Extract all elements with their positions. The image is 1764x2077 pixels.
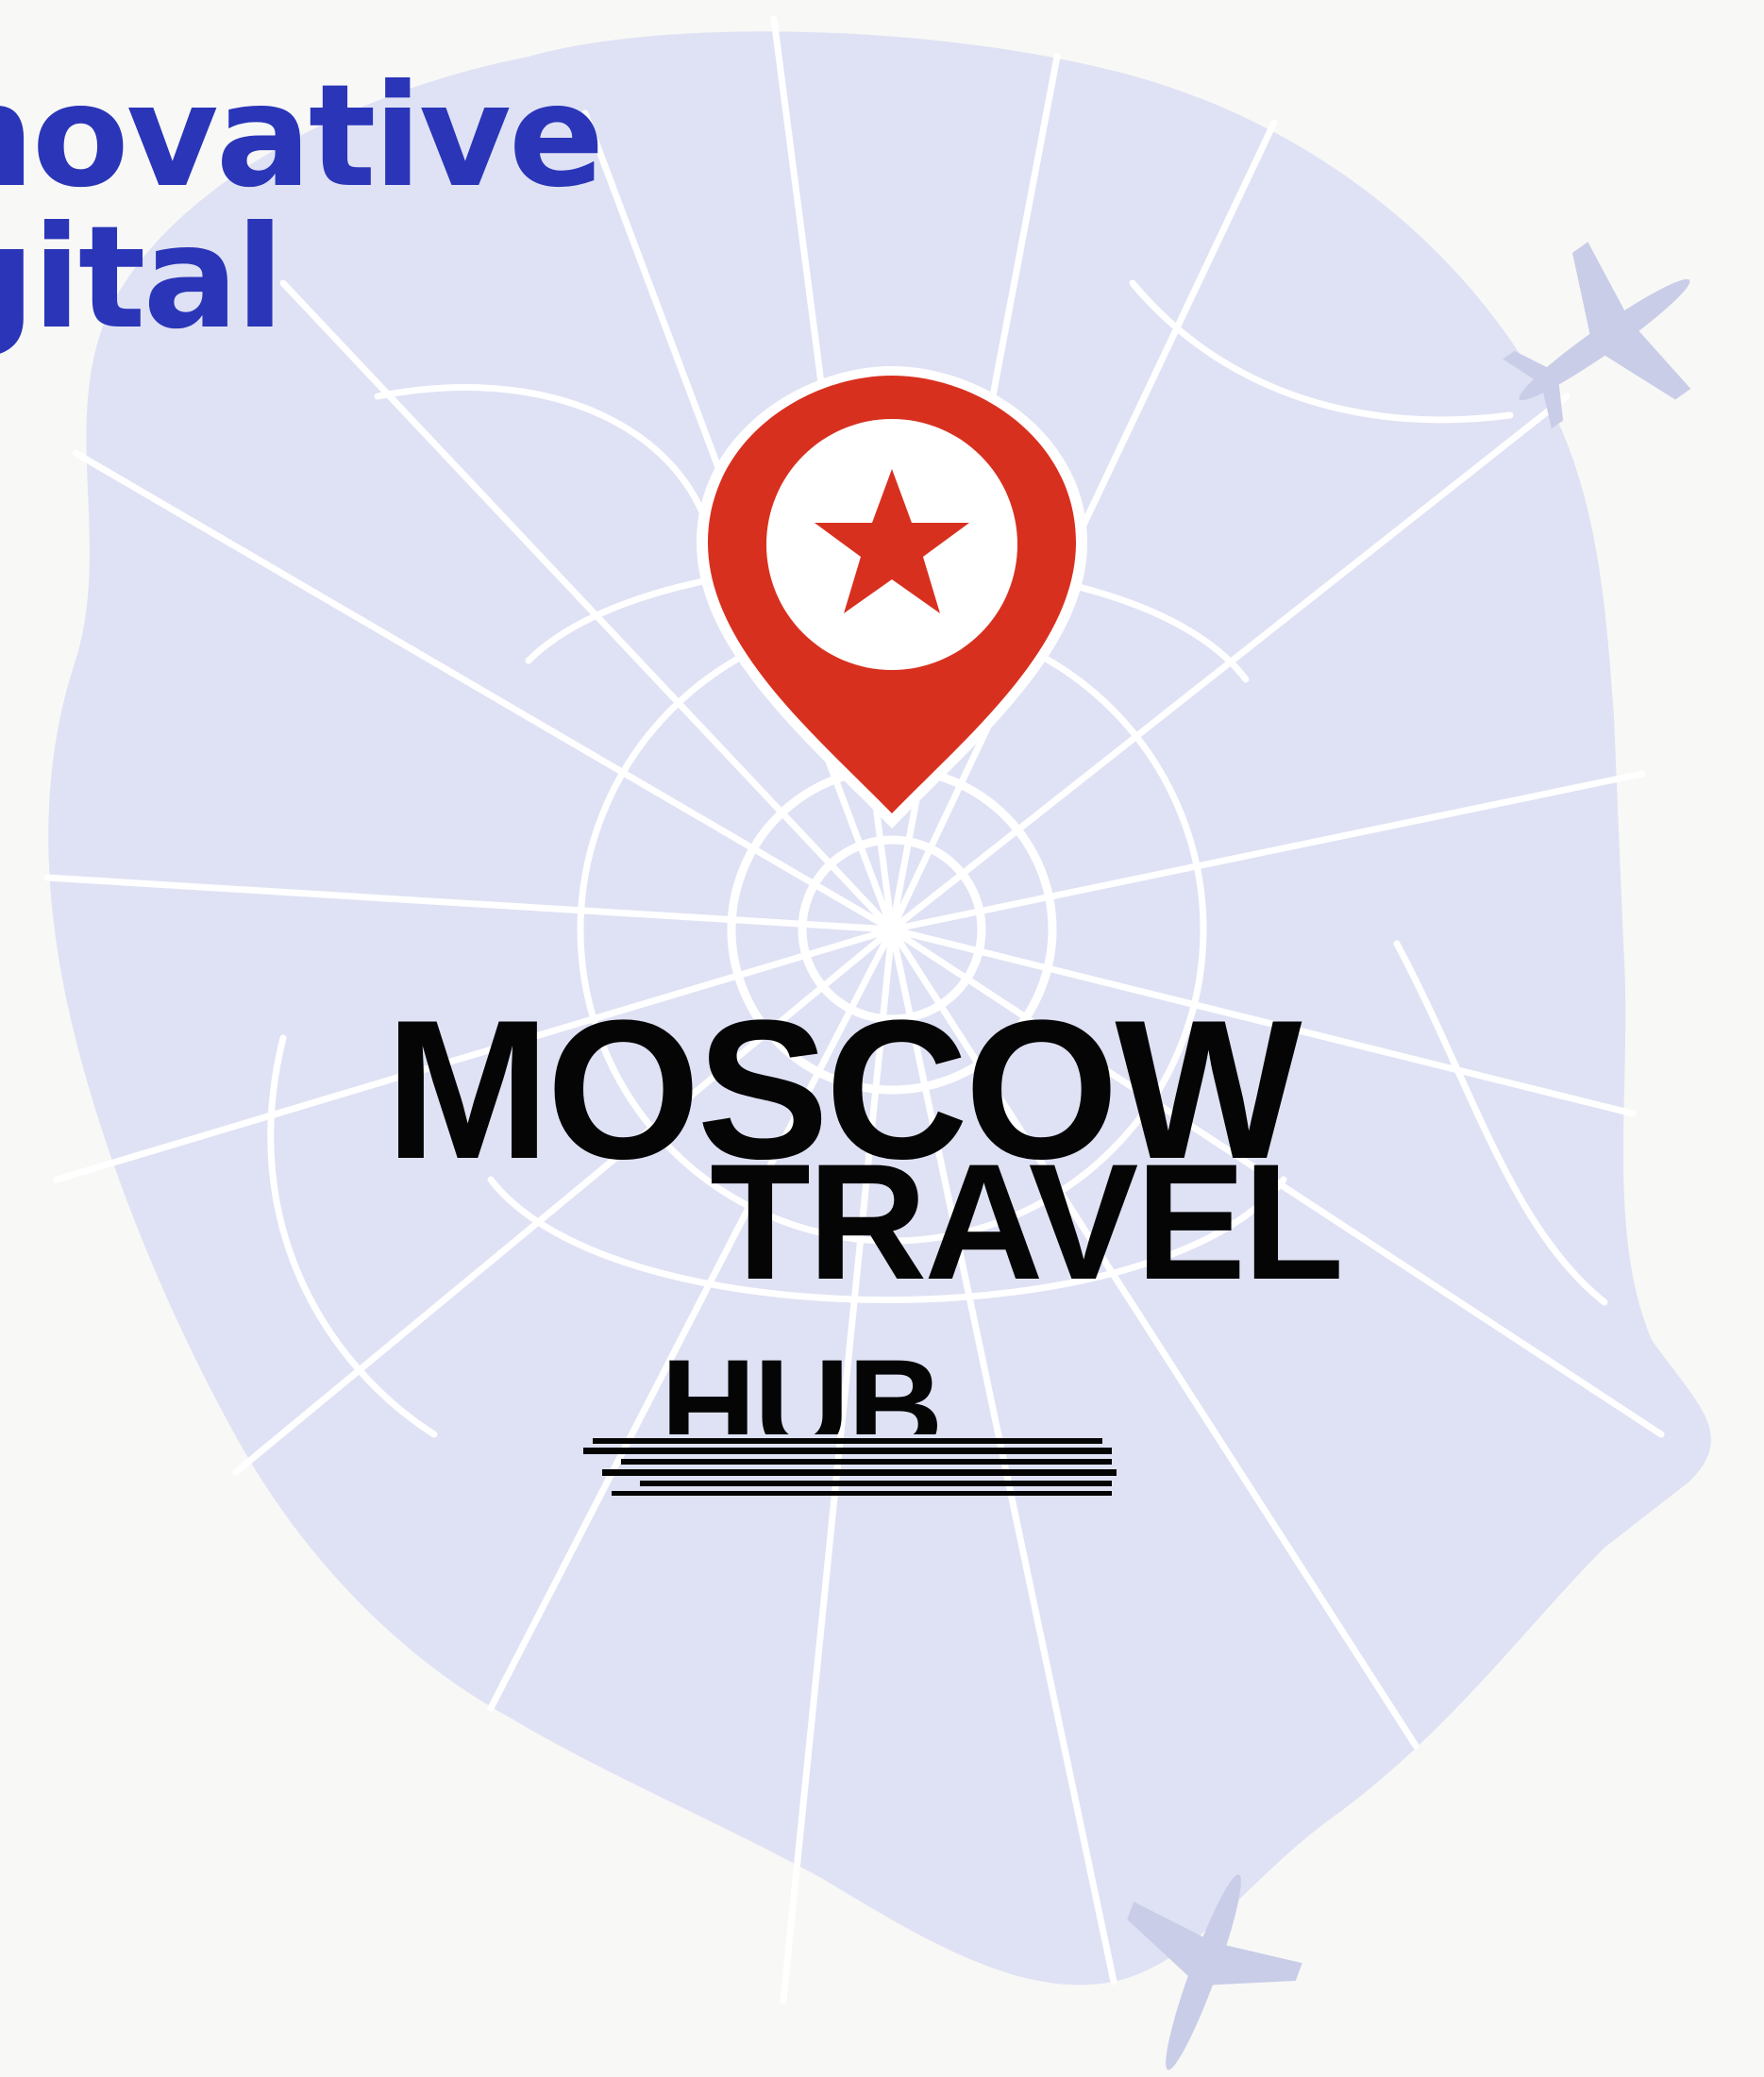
headline-line-2: gital (0, 196, 284, 360)
headline: novative gital (0, 55, 604, 360)
glitch-lines (583, 1438, 1117, 1496)
logo-text-travel: TRAVEL (710, 1131, 1344, 1315)
logo-text-hub: HUB (661, 1340, 942, 1434)
headline-line-1: novative (0, 55, 604, 219)
